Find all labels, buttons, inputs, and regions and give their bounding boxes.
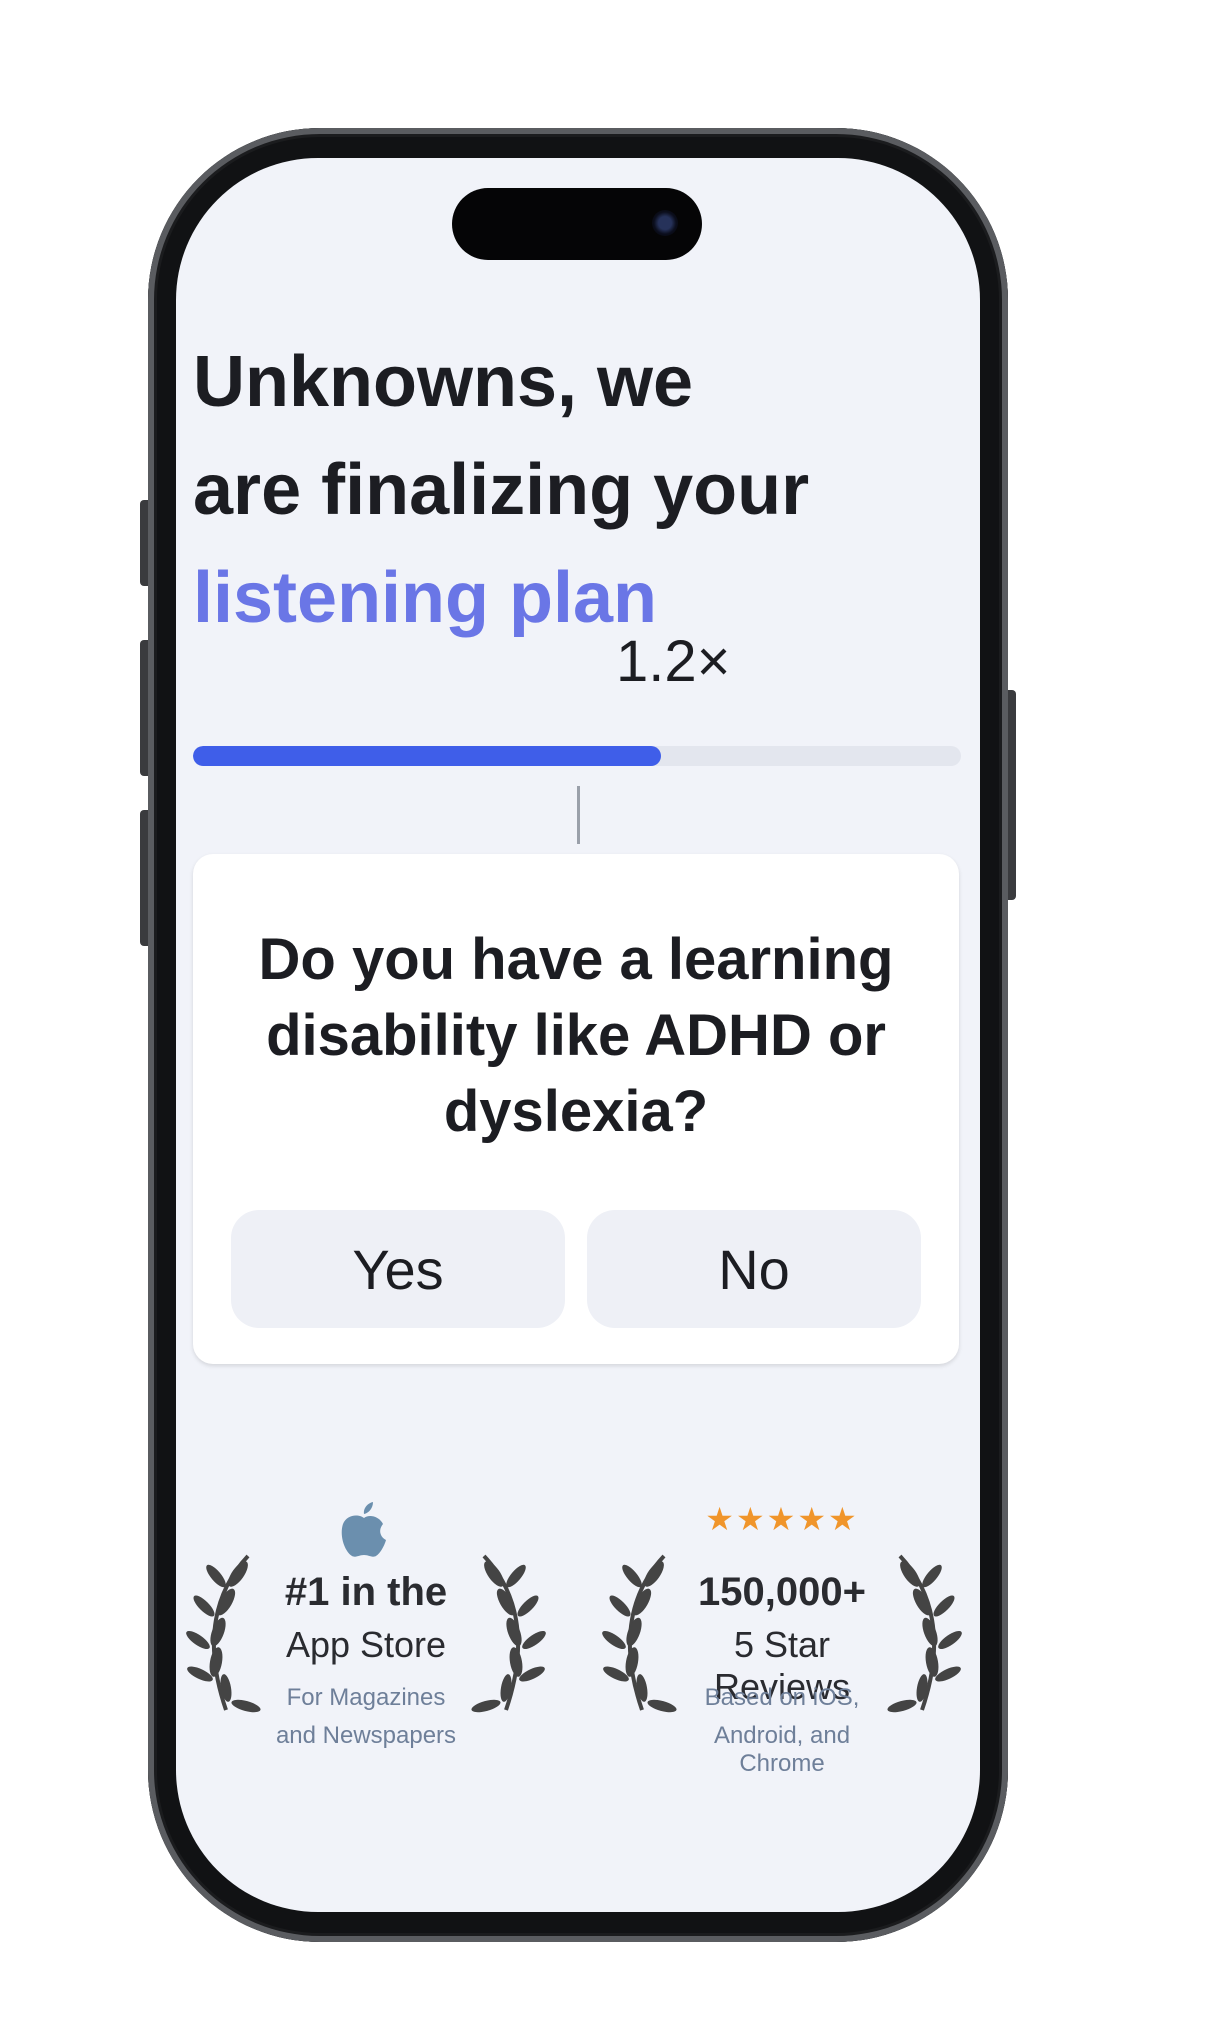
laurel-left-icon [186, 1554, 261, 1713]
progress-bar [193, 746, 961, 766]
app-store-title-2: App Store [285, 1624, 447, 1665]
title-line-2: are finalizing your [193, 450, 810, 530]
title-line-1: Unknowns, we [193, 342, 694, 422]
camera-icon [652, 210, 678, 236]
progress-marker [577, 786, 580, 844]
app-store-badge: #1 in the App Store For Magazines and Ne… [186, 1500, 546, 1750]
star-rating-icon: ★★★★★ [705, 1501, 859, 1537]
reviews-sub-2: Android, and Chrome [713, 1722, 851, 1777]
progress-fill [193, 746, 662, 766]
phone-screen: Unknowns, we are finalizing your listeni… [176, 158, 980, 1912]
title-line-3: listening plan [193, 558, 658, 638]
reviews-badge: ★★★★★ 150,000+ 5 Star Reviews Based on i… [602, 1500, 962, 1777]
app-store-sub-2: and Newspapers [275, 1722, 457, 1749]
laurel-right-icon [887, 1554, 962, 1713]
app-store-sub-1: For Magazines [286, 1684, 446, 1711]
reviews-title-1: 150,000+ [698, 1570, 866, 1614]
page-title: Unknowns, we are finalizing your listeni… [193, 328, 953, 652]
laurel-right-icon [471, 1554, 546, 1713]
no-button[interactable]: No [587, 1210, 921, 1328]
reviews-sub-1: Based on iOS, [704, 1684, 860, 1711]
yes-button[interactable]: Yes [231, 1210, 565, 1328]
laurel-left-icon [602, 1554, 677, 1713]
question-card: Do you have a learning disability like A… [193, 854, 959, 1364]
dynamic-island [452, 188, 702, 260]
speed-label: 1.2× [616, 629, 731, 694]
question-text: Do you have a learning disability like A… [258, 927, 894, 1144]
apple-icon [341, 1502, 386, 1557]
app-store-title-1: #1 in the [284, 1570, 448, 1614]
